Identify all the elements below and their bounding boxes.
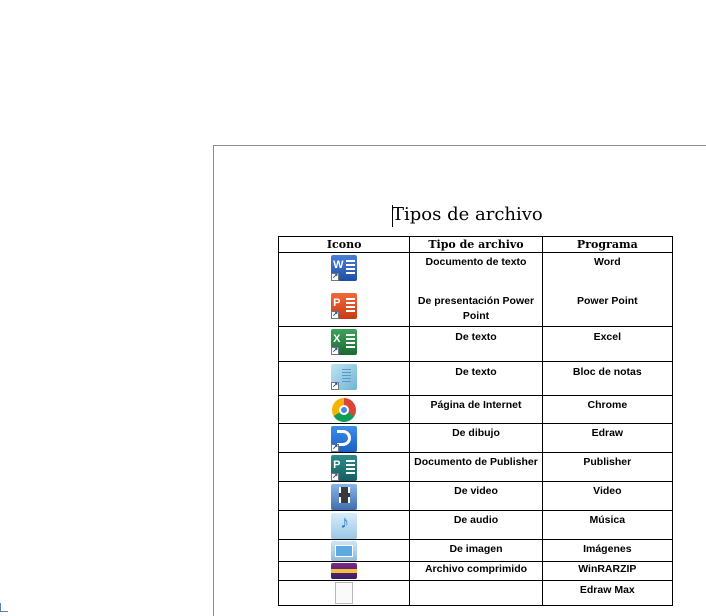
icon-cell[interactable]: ↗ xyxy=(277,423,411,453)
icon-cell[interactable]: ♪ xyxy=(277,510,411,540)
audio-icon: ♪ xyxy=(331,513,358,539)
header-program[interactable]: Programa xyxy=(541,236,674,253)
page-corner-marker xyxy=(0,603,8,612)
program-text: Edraw Max xyxy=(579,584,635,596)
program-text: Música xyxy=(589,514,626,526)
table-row: ↗ De dibujo Edraw xyxy=(277,423,674,453)
table-row: X ↗ De texto Excel xyxy=(277,326,674,362)
icon-cell[interactable] xyxy=(277,539,411,562)
program-cell[interactable]: Video xyxy=(541,481,674,511)
program-text: Word xyxy=(594,256,621,268)
icon-cell[interactable] xyxy=(277,395,411,424)
file-type-text: De video xyxy=(454,485,498,497)
file-type-cell[interactable]: Documento de texto De presentación Power… xyxy=(409,252,543,327)
file-type-text: De audio xyxy=(453,514,499,526)
table-row: Archivo comprimido WinRARZIP xyxy=(277,561,674,581)
file-type-cell[interactable]: De texto xyxy=(409,326,543,362)
program-text: Excel xyxy=(593,331,622,343)
icon-cell[interactable] xyxy=(277,580,411,606)
program-cell[interactable]: WinRARZIP xyxy=(541,561,674,581)
file-type-text: De imagen xyxy=(449,543,503,555)
header-file-type[interactable]: Tipo de archivo xyxy=(409,236,543,253)
program-cell[interactable]: Imágenes xyxy=(541,539,674,562)
table-header-row: Icono Tipo de archivo Programa xyxy=(277,236,674,253)
file-type-text: Documento de texto xyxy=(425,256,527,268)
table-row: Edraw Max xyxy=(277,580,674,606)
file-type-cell[interactable]: Página de Internet xyxy=(409,395,543,424)
icon-cell[interactable] xyxy=(277,481,411,511)
excel-icon: X ↗ xyxy=(331,329,358,355)
chrome-icon xyxy=(332,398,357,422)
program-cell[interactable]: Word Power Point xyxy=(541,252,674,327)
table-row: De video Video xyxy=(277,481,674,511)
file-type-text: De presentación Power Point xyxy=(417,295,535,322)
program-text: Video xyxy=(593,485,622,497)
file-type-text: De dibujo xyxy=(452,427,500,439)
icon-cell[interactable]: ↗ xyxy=(277,361,411,396)
program-cell[interactable]: Excel xyxy=(541,326,674,362)
file-type-text: De texto xyxy=(455,366,497,378)
program-text: Publisher xyxy=(583,456,632,468)
blank-file-icon xyxy=(335,582,354,604)
table-row: ↗ De texto Bloc de notas xyxy=(277,361,674,396)
file-type-cell[interactable] xyxy=(409,580,543,606)
program-text: Bloc de notas xyxy=(572,366,642,378)
program-text: Imágenes xyxy=(583,543,632,555)
table-row: De imagen Imágenes xyxy=(277,539,674,562)
file-type-cell[interactable]: De audio xyxy=(409,510,543,540)
file-type-text: Página de Internet xyxy=(430,399,522,411)
header-icon[interactable]: Icono xyxy=(277,236,411,253)
program-cell[interactable]: Edraw xyxy=(541,423,674,453)
powerpoint-icon: P ↗ xyxy=(331,293,358,319)
file-type-cell[interactable]: Archivo comprimido xyxy=(409,561,543,581)
table-row: Página de Internet Chrome xyxy=(277,395,674,424)
publisher-icon: P ↗ xyxy=(331,455,358,481)
word-icon: W ↗ xyxy=(331,255,358,281)
file-type-text: De texto xyxy=(455,331,497,343)
file-type-text: Archivo comprimido xyxy=(424,563,528,575)
file-type-cell[interactable]: De video xyxy=(409,481,543,511)
table-row: W ↗ P ↗ Documento de texto De presentación… xyxy=(277,252,674,327)
document-title[interactable]: Tipos de archivo xyxy=(392,202,552,228)
file-types-table[interactable]: Icono Tipo de archivo Programa W ↗ P ↗ Doc… xyxy=(277,236,674,606)
file-type-text xyxy=(410,581,541,583)
program-text: Power Point xyxy=(576,295,638,307)
video-icon xyxy=(331,484,358,510)
winrar-icon xyxy=(331,563,358,579)
notepad-icon: ↗ xyxy=(331,364,358,390)
icon-cell[interactable]: X ↗ xyxy=(277,326,411,362)
file-type-cell[interactable]: Documento de Publisher xyxy=(409,452,543,482)
icon-cell[interactable]: W ↗ P ↗ xyxy=(277,252,411,327)
file-type-text: Documento de Publisher xyxy=(414,456,538,468)
file-type-cell[interactable]: De imagen xyxy=(409,539,543,562)
icon-cell[interactable] xyxy=(277,561,411,581)
program-cell[interactable]: Publisher xyxy=(541,452,674,482)
icon-cell[interactable]: P ↗ xyxy=(277,452,411,482)
program-cell[interactable]: Edraw Max xyxy=(541,580,674,606)
program-text: Chrome xyxy=(587,399,628,411)
program-cell[interactable]: Chrome xyxy=(541,395,674,424)
table-row: ♪ De audio Música xyxy=(277,510,674,540)
program-text: WinRARZIP xyxy=(578,563,637,575)
program-cell[interactable]: Bloc de notas xyxy=(541,361,674,396)
image-icon xyxy=(331,541,358,561)
program-cell[interactable]: Música xyxy=(541,510,674,540)
table-row: P ↗ Documento de Publisher Publisher xyxy=(277,452,674,482)
edraw-icon: ↗ xyxy=(331,426,358,452)
file-type-cell[interactable]: De texto xyxy=(409,361,543,396)
program-text: Edraw xyxy=(591,427,624,439)
file-type-cell[interactable]: De dibujo xyxy=(409,423,543,453)
